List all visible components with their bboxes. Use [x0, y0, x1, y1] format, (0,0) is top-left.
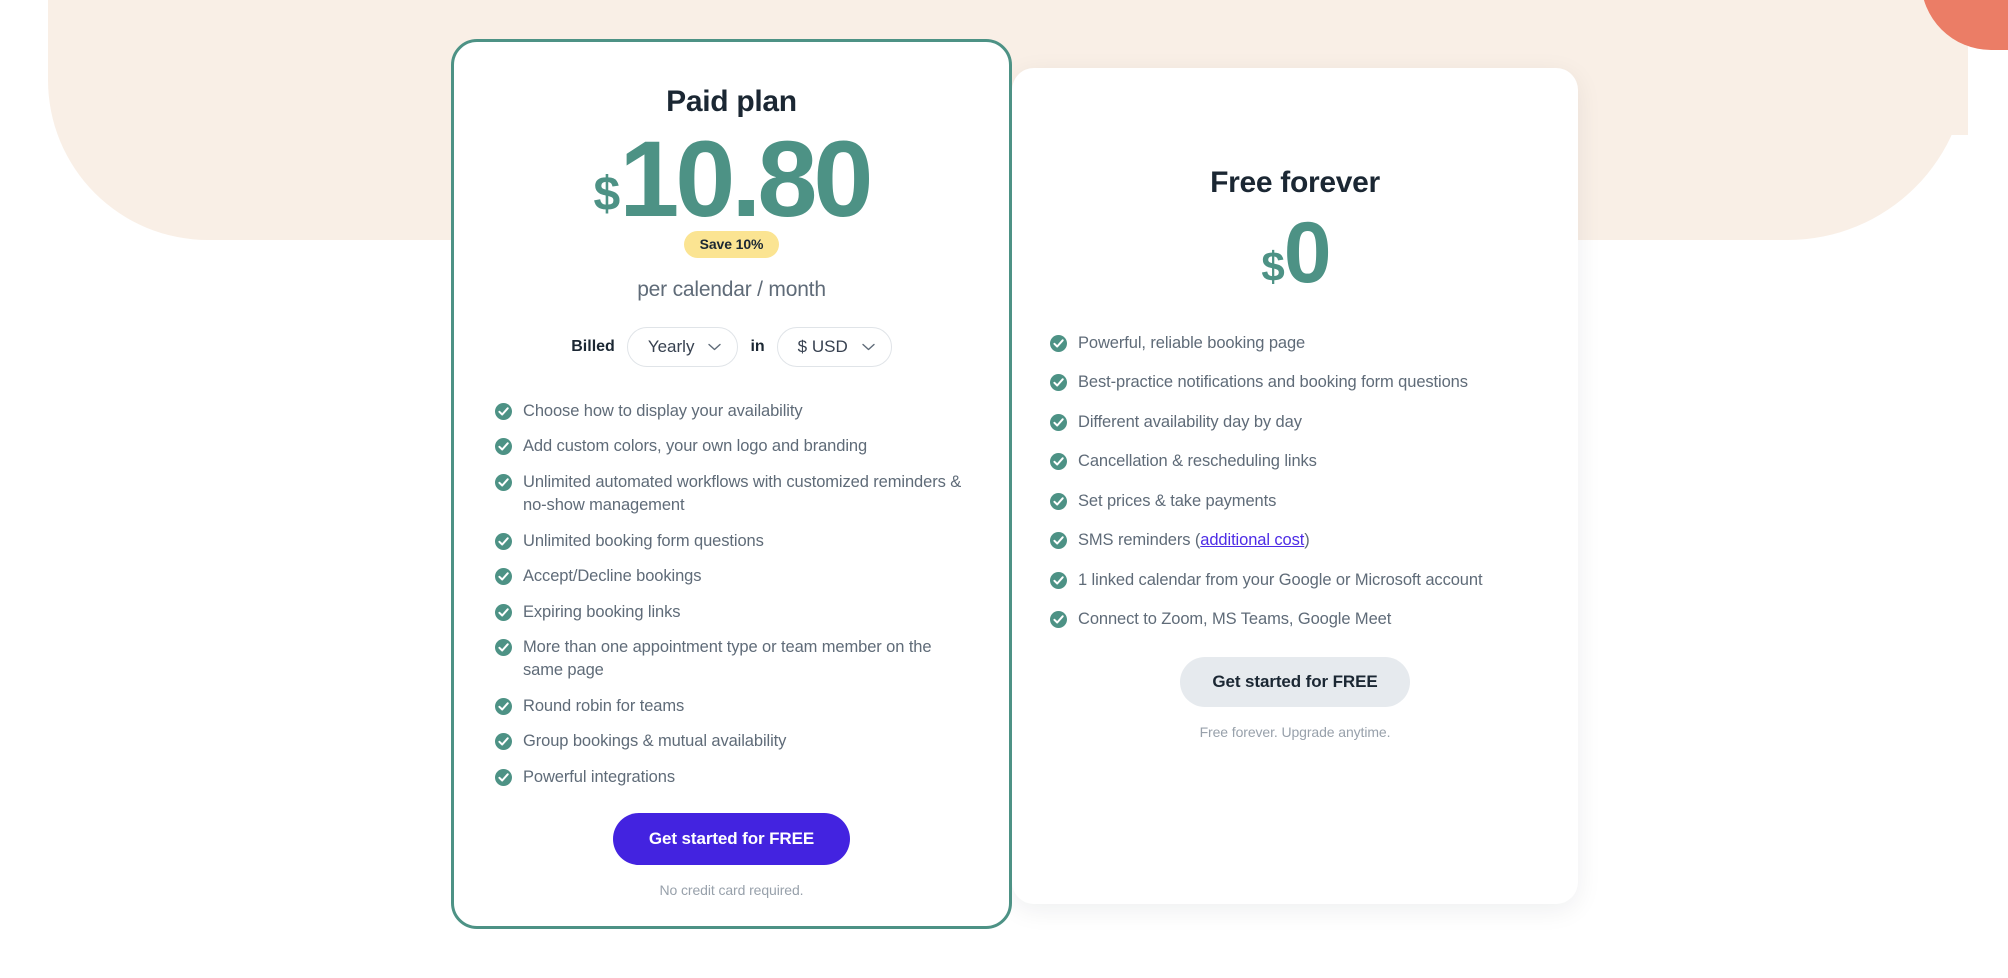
paid-price-currency-symbol: $ [593, 168, 621, 221]
free-get-started-button[interactable]: Get started for FREE [1180, 657, 1410, 708]
free-price-amount: 0 [1283, 205, 1332, 301]
feature-item: Unlimited booking form questions [495, 530, 963, 553]
paid-plan-card: Paid plan $ 10.80 Save 10% per calendar … [451, 39, 1012, 929]
billing-conjunction: in [750, 338, 765, 355]
paid-plan-price: $ 10.80 [454, 125, 1009, 233]
pricing-plans-container: Paid plan $ 10.80 Save 10% per calendar … [0, 0, 2008, 978]
feature-item: Powerful integrations [495, 766, 963, 789]
save-badge: Save 10% [683, 231, 780, 258]
free-plan-price: $ 0 [1012, 210, 1578, 296]
billing-label: Billed [571, 338, 615, 355]
feature-text: Powerful, reliable booking page [1078, 334, 1306, 352]
feature-text: Expiring booking links [523, 602, 681, 621]
feature-item: Connect to Zoom, MS Teams, Google Meet [1050, 608, 1532, 631]
check-circle-icon [1050, 413, 1067, 431]
paid-price-amount: 10.80 [619, 118, 873, 239]
check-circle-icon [1050, 610, 1067, 628]
paid-plan-feature-list: Choose how to display your availability A… [454, 400, 1009, 789]
feature-item: Powerful, reliable booking page [1050, 332, 1532, 355]
feature-text: Cancellation & rescheduling links [1078, 452, 1317, 471]
check-circle-icon [495, 438, 512, 456]
check-circle-icon [495, 697, 512, 715]
paid-cta-note: No credit card required. [659, 882, 804, 899]
feature-item: 1 linked calendar from your Google or Mi… [1050, 569, 1532, 592]
feature-item: Round robin for teams [495, 695, 963, 718]
feature-text: Different availability day by day [1078, 412, 1302, 431]
check-circle-icon [495, 603, 512, 621]
feature-item: Add custom colors, your own logo and bra… [495, 435, 963, 458]
feature-text: Choose how to display your availability [523, 402, 803, 420]
feature-text: Best-practice notifications and booking … [1078, 373, 1468, 392]
feature-text: SMS reminders (additional cost) [1078, 531, 1310, 550]
free-plan-feature-list: Powerful, reliable booking page Best-prac… [1012, 332, 1578, 631]
feature-text: Add custom colors, your own logo and bra… [523, 437, 868, 456]
save-badge-wrapper: Save 10% [454, 231, 1009, 258]
feature-text: Powerful integrations [523, 767, 675, 786]
feature-item: SMS reminders (additional cost) [1050, 529, 1532, 552]
check-circle-icon [1050, 492, 1067, 510]
feature-text: 1 linked calendar from your Google or Mi… [1078, 570, 1483, 589]
check-circle-icon [495, 733, 512, 751]
billing-currency-select[interactable]: $ USD [776, 327, 892, 367]
feature-item: Best-practice notifications and booking … [1050, 371, 1532, 394]
free-plan-card: Free forever $ 0 Powerful, reliable book… [1012, 68, 1578, 904]
check-circle-icon [495, 532, 512, 550]
feature-text: Group bookings & mutual availability [523, 732, 787, 751]
paid-plan-title: Paid plan [666, 85, 797, 118]
chevron-down-icon [862, 343, 875, 351]
paid-price-caption: per calendar / month [637, 278, 826, 301]
check-circle-icon [1050, 571, 1067, 589]
feature-item: Choose how to display your availability [495, 400, 963, 423]
billing-controls: Billed Yearly in $ USD [454, 327, 1009, 367]
free-cta-note: Free forever. Upgrade anytime. [1199, 724, 1391, 741]
feature-item: Unlimited automated workflows with custo… [495, 471, 963, 518]
check-circle-icon [495, 568, 512, 586]
billing-currency-value: $ USD [797, 337, 848, 356]
feature-text: More than one appointment type or team m… [523, 637, 932, 680]
check-circle-icon [1050, 532, 1067, 550]
feature-text: Unlimited automated workflows with custo… [523, 472, 962, 515]
feature-item: More than one appointment type or team m… [495, 636, 963, 683]
check-circle-icon [1050, 374, 1067, 392]
feature-item: Cancellation & rescheduling links [1050, 450, 1532, 473]
free-price-currency-symbol: $ [1261, 243, 1284, 290]
free-plan-title: Free forever [1210, 166, 1380, 199]
feature-item: Set prices & take payments [1050, 490, 1532, 513]
feature-text: Round robin for teams [523, 696, 685, 715]
feature-text: Accept/Decline bookings [523, 567, 702, 586]
billing-period-select[interactable]: Yearly [626, 327, 739, 367]
feature-item: Group bookings & mutual availability [495, 730, 963, 753]
feature-text: Connect to Zoom, MS Teams, Google Meet [1078, 609, 1392, 628]
check-circle-icon [495, 638, 512, 656]
check-circle-icon [1050, 335, 1067, 352]
additional-cost-link[interactable]: additional cost [1200, 531, 1304, 549]
feature-item: Expiring booking links [495, 601, 963, 624]
check-circle-icon [1050, 453, 1067, 471]
check-circle-icon [495, 403, 512, 420]
feature-item: Accept/Decline bookings [495, 565, 963, 588]
chevron-down-icon [708, 343, 722, 351]
check-circle-icon [495, 473, 512, 491]
feature-text: Set prices & take payments [1078, 491, 1277, 510]
check-circle-icon [495, 768, 512, 786]
free-cta-wrapper: Get started for FREE [1012, 657, 1578, 708]
paid-get-started-button[interactable]: Get started for FREE [612, 813, 851, 866]
billing-period-value: Yearly [647, 337, 695, 356]
paid-cta-wrapper: Get started for FREE [454, 813, 1009, 866]
feature-item: Different availability day by day [1050, 411, 1532, 434]
feature-text: Unlimited booking form questions [523, 531, 764, 550]
